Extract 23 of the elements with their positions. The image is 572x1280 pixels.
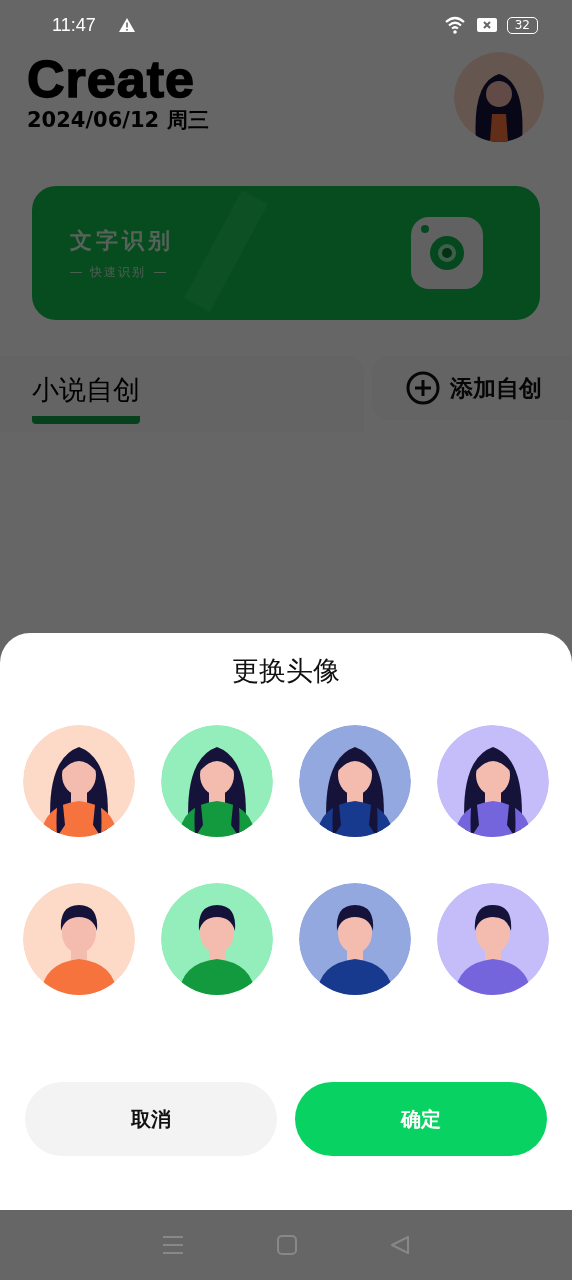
battery-indicator: 32 — [506, 16, 538, 34]
cancel-button[interactable]: 取消 — [25, 1082, 277, 1156]
avatar-option[interactable] — [161, 725, 273, 837]
plus-circle-icon — [406, 371, 440, 405]
profile-avatar[interactable] — [454, 52, 544, 142]
status-time: 11:47 — [52, 14, 96, 36]
sim-card-icon — [476, 17, 497, 33]
dialog-title: 更换头像 — [232, 654, 340, 688]
banner-title: 文字识别 — [70, 226, 174, 255]
warning-icon — [117, 17, 136, 33]
avatar-option[interactable] — [23, 725, 135, 837]
avatar-option[interactable] — [23, 883, 135, 995]
camera-icon — [409, 215, 485, 291]
avatar-option[interactable] — [161, 883, 273, 995]
avatar-option[interactable] — [299, 725, 411, 837]
confirm-button[interactable]: 确定 — [295, 1082, 547, 1156]
wifi-icon — [444, 16, 467, 34]
tab[interactable]: 小说自创 — [32, 368, 140, 424]
avatar-option[interactable] — [299, 883, 411, 995]
page-title: Create — [27, 52, 196, 106]
date-label: 2024/06/12 周三 — [27, 107, 209, 134]
avatar-option[interactable] — [437, 725, 549, 837]
avatar-option[interactable] — [437, 883, 549, 995]
